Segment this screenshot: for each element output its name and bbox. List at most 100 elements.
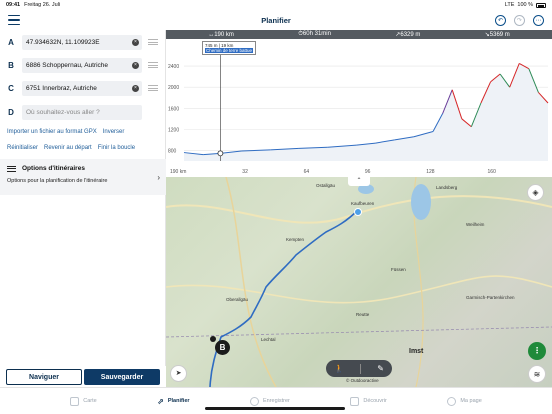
chevron-right-icon: › <box>157 173 160 182</box>
clear-icon[interactable]: × <box>132 38 139 46</box>
routing-mode-toggle[interactable]: 🚶 ✎ <box>326 360 392 377</box>
route-options[interactable]: Options d'itinéraires Options pour la pl… <box>0 159 166 195</box>
x-tick-label: 128 <box>426 169 435 175</box>
redo-icon[interactable]: ↷ <box>514 14 525 26</box>
waypoint-b-field[interactable]: 6886 Schoppernau, Autriche × <box>22 57 142 73</box>
header-actions: ↶ ↷ ⋯ <box>495 14 544 26</box>
waypoint-a-field[interactable]: 47.934632N, 11.109923E × <box>22 34 142 50</box>
map-label-kempten: Kempten <box>286 237 305 242</box>
freehand-icon[interactable]: ✎ <box>377 364 384 373</box>
tooltip-surface: Chemin de terre battue <box>205 48 254 53</box>
drag-handle-icon[interactable] <box>148 39 158 45</box>
route-options-title: Options d'itinéraires <box>7 165 159 172</box>
route-stats-bar: ↔190 km ⏱60h 31min ↗6329 m ↘5369 m <box>166 30 552 39</box>
route-options-subtitle: Options pour la planification de l'itiné… <box>7 178 108 184</box>
y-tick-label: 1600 <box>168 106 179 112</box>
map-label-lechtal: Lechtal <box>261 337 276 342</box>
map-label-fussen: Füssen <box>391 267 406 272</box>
collapse-profile-icon[interactable]: ⌃ <box>348 177 370 186</box>
route-links-row-1: Importer un fichier au format GPX Invers… <box>7 129 124 135</box>
status-date: Freitag 26. Juli <box>24 2 61 8</box>
waypoint-letter: D <box>8 107 14 117</box>
clear-icon[interactable]: × <box>132 84 139 92</box>
record-icon <box>249 396 259 406</box>
menu-icon[interactable] <box>8 15 20 25</box>
planner-panel: A 47.934632N, 11.109923E × B 6886 Schopp… <box>0 30 166 366</box>
waypoint-row-b: B 6886 Schoppernau, Autriche × <box>0 57 166 73</box>
waypoint-b-value: 6886 Schoppernau, Autriche <box>26 61 109 69</box>
y-tick-label: 2000 <box>168 85 179 91</box>
tab-ma-page[interactable]: Ma page <box>447 396 482 406</box>
locate-icon[interactable]: ➤ <box>170 365 187 382</box>
profile-cursor-point <box>217 150 224 157</box>
map-label-weilheim: Weilheim <box>466 222 485 227</box>
finish-loop-link[interactable]: Finir la boucle <box>98 145 135 151</box>
home-indicator <box>205 407 345 410</box>
y-tick-label: 1200 <box>168 127 179 133</box>
more-icon[interactable]: ⋯ <box>533 14 544 26</box>
tab-enregistrer[interactable]: Enregistrer <box>249 396 290 406</box>
drag-handle-icon[interactable] <box>148 85 158 91</box>
map-label-garmisch: Garmisch-Partenkirchen <box>466 295 515 300</box>
battery-icon <box>536 2 546 8</box>
drag-handle-icon[interactable] <box>148 62 158 68</box>
map-label-imst: Imst <box>409 348 424 355</box>
waypoint-letter: B <box>8 60 14 70</box>
map-copyright: © Outdooractive <box>346 378 379 383</box>
page-title: Planifier <box>261 15 291 25</box>
elevation-area <box>184 63 548 161</box>
discover-icon <box>350 396 360 406</box>
tab-label: Planifier <box>167 398 190 404</box>
import-gpx-link[interactable]: Importer un fichier au format GPX <box>7 129 97 135</box>
tab-decouvrir[interactable]: Découvrir <box>350 396 387 406</box>
waypoint-d-input[interactable]: Où souhaitez-vous aller ? <box>22 104 142 120</box>
tab-planifier[interactable]: ⇗ Planifier <box>157 397 189 406</box>
waypoint-row-a: A 47.934632N, 11.109923E × <box>0 34 166 50</box>
stat-duration: ⏱60h 31min <box>298 31 331 37</box>
status-right: LTE 100 % <box>505 2 546 8</box>
map-canvas <box>166 177 552 387</box>
tab-label: Enregistrer <box>262 398 290 404</box>
more-actions-icon[interactable]: ⋮ <box>528 342 546 360</box>
undo-icon[interactable]: ↶ <box>495 14 506 26</box>
map-icon <box>70 396 80 406</box>
x-tick-label: 96 <box>365 169 371 175</box>
clear-icon[interactable]: × <box>132 61 139 69</box>
navigate-button[interactable]: Naviguer <box>6 369 82 385</box>
map-view[interactable]: Ostallgäu Landsberg Kaufbeuren Kempten F… <box>166 177 552 387</box>
profile-icon <box>447 396 457 406</box>
waypoint-b-marker[interactable]: B <box>215 340 230 355</box>
tab-carte[interactable]: Carte <box>70 396 97 406</box>
y-tick-label: 2400 <box>168 64 179 70</box>
hiking-icon[interactable]: 🚶 <box>334 364 344 373</box>
elevation-profile[interactable]: 2400 2000 1600 1200 800 190 km 32 64 96 128 160 74… <box>166 39 552 177</box>
map-label-reutte: Reutte <box>356 312 370 317</box>
tab-label: Découvrir <box>363 398 387 404</box>
toggle-separator <box>360 363 362 374</box>
route-links-row-2: Réinitialiser Revenir au départ Finir la… <box>7 145 135 151</box>
waypoint-row-d: D Où souhaitez-vous aller ? <box>0 104 166 120</box>
save-button[interactable]: Sauvegarder <box>84 369 160 385</box>
waypoint-a-value: 47.934632N, 11.109923E <box>26 38 100 46</box>
status-time: 09:41 <box>6 2 21 8</box>
map-label-oberallgau: Oberallgäu <box>226 297 249 302</box>
waypoint-letter: A <box>8 37 14 47</box>
map-label-landsberg: Landsberg <box>436 185 458 190</box>
map-label-ostallgau: Ostallgäu <box>316 183 336 188</box>
waypoint-c-value: 6751 Innerbraz, Autriche <box>26 84 97 92</box>
tab-label: Carte <box>83 398 97 404</box>
back-to-start-link[interactable]: Revenir au départ <box>44 145 92 151</box>
map-layers-stack-icon[interactable]: ≋ <box>528 365 546 383</box>
x-tick-label: 32 <box>242 169 248 175</box>
x-tick-label: 64 <box>304 169 310 175</box>
reverse-link[interactable]: Inverser <box>103 129 125 135</box>
waypoint-letter: C <box>8 83 14 93</box>
x-tick-label: 160 <box>488 169 497 175</box>
reset-link[interactable]: Réinitialiser <box>7 145 38 151</box>
map-label-kaufbeuren: Kaufbeuren <box>351 201 375 206</box>
stat-ascent: ↗6329 m <box>395 32 421 38</box>
waypoint-c-field[interactable]: 6751 Innerbraz, Autriche × <box>22 80 142 96</box>
stat-descent: ↘5369 m <box>484 32 510 38</box>
layers-icon[interactable]: ◈ <box>527 184 544 201</box>
profile-tooltip: 745 m | 19 km Chemin de terre battue <box>202 41 257 55</box>
